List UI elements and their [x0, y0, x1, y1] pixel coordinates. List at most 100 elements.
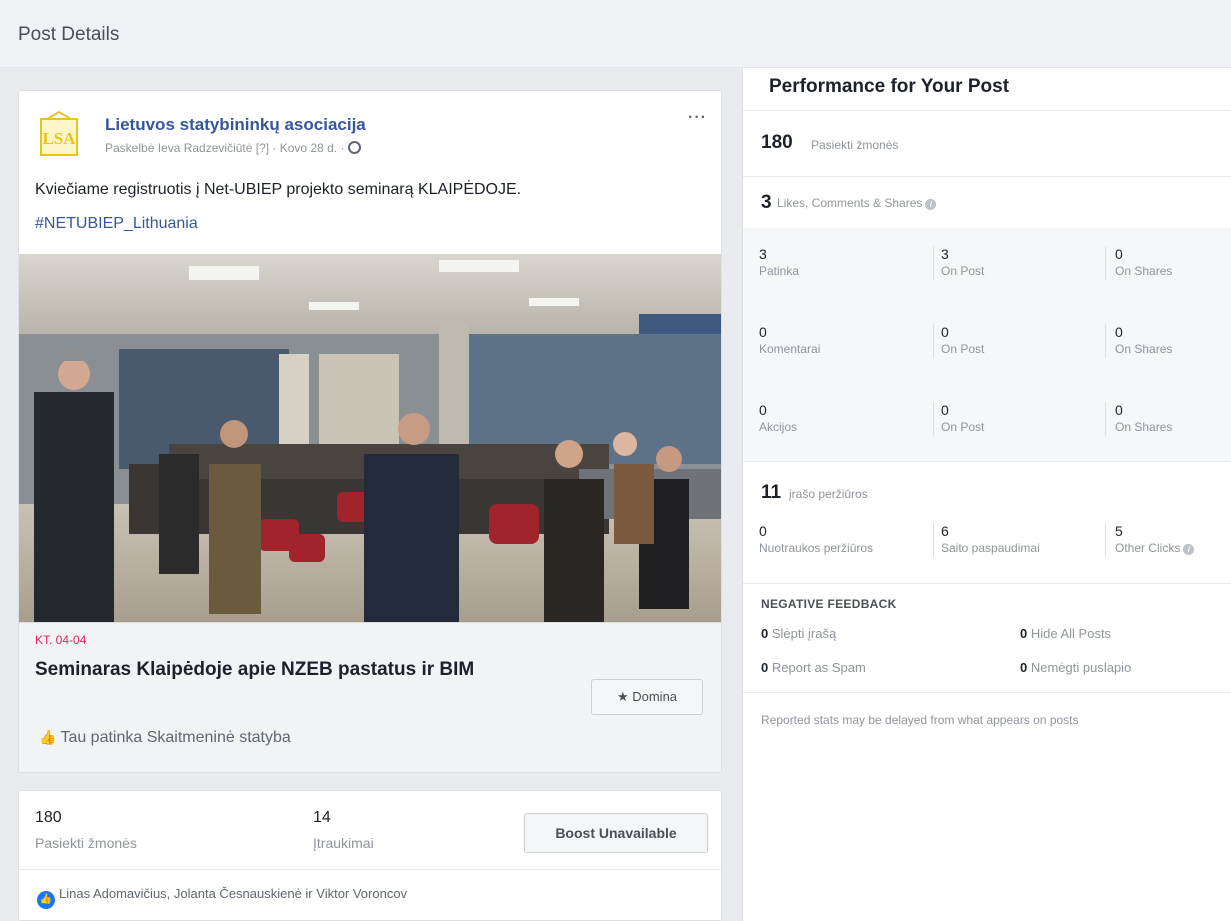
comments-total-label: Komentarai: [759, 342, 821, 356]
event-attachment[interactable]: KT. 04-04 Seminaras Klaipėdoje apie NZEB…: [19, 622, 721, 772]
post-meta-text: Paskelbė Ieva Radzevičiūtė [?] · Kovo 28…: [105, 141, 345, 155]
post-clicks-label: įrašo peržiūros: [789, 487, 868, 501]
photo-views-label: Nuotraukos peržiūros: [759, 541, 874, 555]
likes-on-shares-label: On Shares: [1115, 264, 1173, 278]
report-spam-value: 0: [761, 660, 769, 675]
shares-on-post-label: On Post: [941, 420, 985, 434]
shares-total-cell: 0 Akcijos: [759, 402, 797, 434]
post-photo[interactable]: [19, 254, 721, 622]
divider: [1105, 402, 1106, 436]
perf-engagement-label: Likes, Comments & Shares i: [777, 196, 937, 210]
comments-on-post-value: 0: [941, 324, 949, 340]
comments-on-shares-cell: 0 On Shares: [1115, 324, 1172, 356]
performance-title: Performance for Your Post: [769, 76, 1010, 97]
hide-all-posts-label: Hide All Posts: [1030, 626, 1112, 641]
event-title[interactable]: Seminaras Klaipėdoje apie NZEB pastatus …: [35, 655, 555, 685]
likes-total-label: Patinka: [759, 264, 800, 278]
divider: [933, 324, 934, 358]
negative-feedback-title: NEGATIVE FEEDBACK: [761, 597, 897, 611]
divider: [933, 246, 934, 280]
other-clicks-label-text: Other Clicks: [1115, 541, 1181, 555]
shares-on-post-cell: 0 On Post: [941, 402, 984, 434]
shares-total-value: 0: [759, 402, 767, 418]
more-options-button[interactable]: ···: [688, 109, 707, 127]
stats-delay-footnote: Reported stats may be delayed from what …: [761, 713, 1079, 727]
likes-on-post-cell: 3 On Post: [941, 246, 984, 278]
info-icon[interactable]: i: [925, 199, 937, 210]
shares-on-shares-label: On Shares: [1115, 420, 1173, 434]
hide-post-label: Slėpti įrašą: [771, 626, 837, 641]
thumbs-up-icon: 👍: [39, 729, 57, 745]
likes-total-value: 3: [759, 246, 767, 262]
post-text: Kviečiame registruotis į Net-UBIEP proje…: [35, 181, 522, 198]
boost-unavailable-button[interactable]: Boost Unavailable: [524, 813, 708, 853]
engagement-breakdown-grid: 3 Patinka 3 On Post 0 On Shares 0 Komentarai…: [743, 228, 1231, 461]
comments-on-shares-value: 0: [1115, 324, 1123, 340]
info-icon[interactable]: i: [1183, 544, 1195, 555]
post-stats-card: 180 Pasiekti žmonės 14 Įtraukimai Boost …: [18, 790, 722, 921]
like-reaction-icon: 👍: [37, 891, 55, 909]
other-clicks-value: 5: [1115, 523, 1123, 539]
divider: [933, 523, 934, 557]
other-clicks-cell: 5 Other Clicks i: [1115, 523, 1195, 555]
interested-button[interactable]: ★ Domina: [591, 679, 703, 715]
perf-engagement-value: 3: [761, 192, 772, 213]
page-title: Post Details: [18, 24, 120, 45]
perf-reach-label: Pasiekti žmonės: [811, 138, 899, 152]
post-preview-column: LSA Lietuvos statybininkų asociacija Pas…: [0, 68, 742, 921]
reactions-row[interactable]: 👍 Linas Adomavičius, Jolanta Česnauskienė…: [37, 886, 407, 909]
link-clicks-label: Saito paspaudimai: [941, 541, 1040, 555]
likes-on-shares-value: 0: [1115, 246, 1123, 262]
hide-all-posts-stat: 0 Hide All Posts: [1020, 626, 1111, 641]
page-name-link[interactable]: Lietuvos statybininkų asociacija: [105, 115, 366, 135]
photo-views-value: 0: [759, 523, 767, 539]
post-card: LSA Lietuvos statybininkų asociacija Pas…: [18, 90, 722, 773]
shares-on-shares-cell: 0 On Shares: [1115, 402, 1172, 434]
svg-text:LSA: LSA: [42, 129, 76, 148]
interested-button-label: Domina: [632, 689, 678, 704]
hide-post-stat: 0 Slėpti įrašą: [761, 626, 836, 641]
engagement-value: 14: [313, 809, 331, 826]
divider: [933, 402, 934, 436]
perf-reach-value: 180: [761, 132, 793, 153]
page-avatar[interactable]: LSA: [39, 111, 79, 157]
divider: [1105, 523, 1106, 557]
divider: [743, 176, 1231, 177]
other-clicks-label: Other Clicks i: [1115, 541, 1195, 555]
report-spam-stat: 0 Report as Spam: [761, 660, 866, 675]
divider: [743, 461, 1231, 462]
post-meta: Paskelbė Ieva Radzevičiūtė [?] · Kovo 28…: [105, 141, 362, 155]
likes-on-shares-cell: 0 On Shares: [1115, 246, 1172, 278]
reach-label: Pasiekti žmonės: [35, 835, 137, 851]
post-clicks-value: 11: [761, 482, 782, 503]
hide-post-value: 0: [761, 626, 769, 641]
engagement-label: Įtraukimai: [313, 835, 374, 851]
comments-on-post-cell: 0 On Post: [941, 324, 984, 356]
perf-engagement-label-text: Likes, Comments & Shares: [777, 196, 923, 210]
shares-total-label: Akcijos: [759, 420, 798, 434]
report-spam-label: Report as Spam: [771, 660, 866, 675]
likes-total-cell: 3 Patinka: [759, 246, 799, 278]
performance-panel: Performance for Your Post 180 Pasiekti ž…: [742, 68, 1231, 921]
unlike-page-stat: 0 Nemėgti puslapio: [1020, 660, 1131, 675]
unlike-page-value: 0: [1020, 660, 1028, 675]
reactions-text: Linas Adomavičius, Jolanta Česnauskienė …: [59, 886, 408, 901]
event-like-text: Tau patinka Skaitmeninė statyba: [60, 729, 291, 746]
globe-icon: [348, 141, 362, 154]
link-clicks-value: 6: [941, 523, 949, 539]
photo-views-cell: 0 Nuotraukos peržiūros: [759, 523, 873, 555]
hide-all-posts-value: 0: [1020, 626, 1028, 641]
divider: [743, 583, 1231, 584]
divider: [743, 110, 1231, 111]
comments-total-value: 0: [759, 324, 767, 340]
comments-total-cell: 0 Komentarai: [759, 324, 820, 356]
shares-on-shares-value: 0: [1115, 402, 1123, 418]
divider: [19, 869, 721, 870]
reach-value: 180: [35, 809, 62, 826]
link-clicks-cell: 6 Saito paspaudimai: [941, 523, 1040, 555]
hashtag-link[interactable]: #NETUBIEP_Lithuania: [35, 215, 198, 233]
unlike-page-label: Nemėgti puslapio: [1030, 660, 1132, 675]
comments-on-post-label: On Post: [941, 342, 985, 356]
shares-on-post-value: 0: [941, 402, 949, 418]
event-like-line: 👍 Tau patinka Skaitmeninė statyba: [39, 729, 291, 747]
